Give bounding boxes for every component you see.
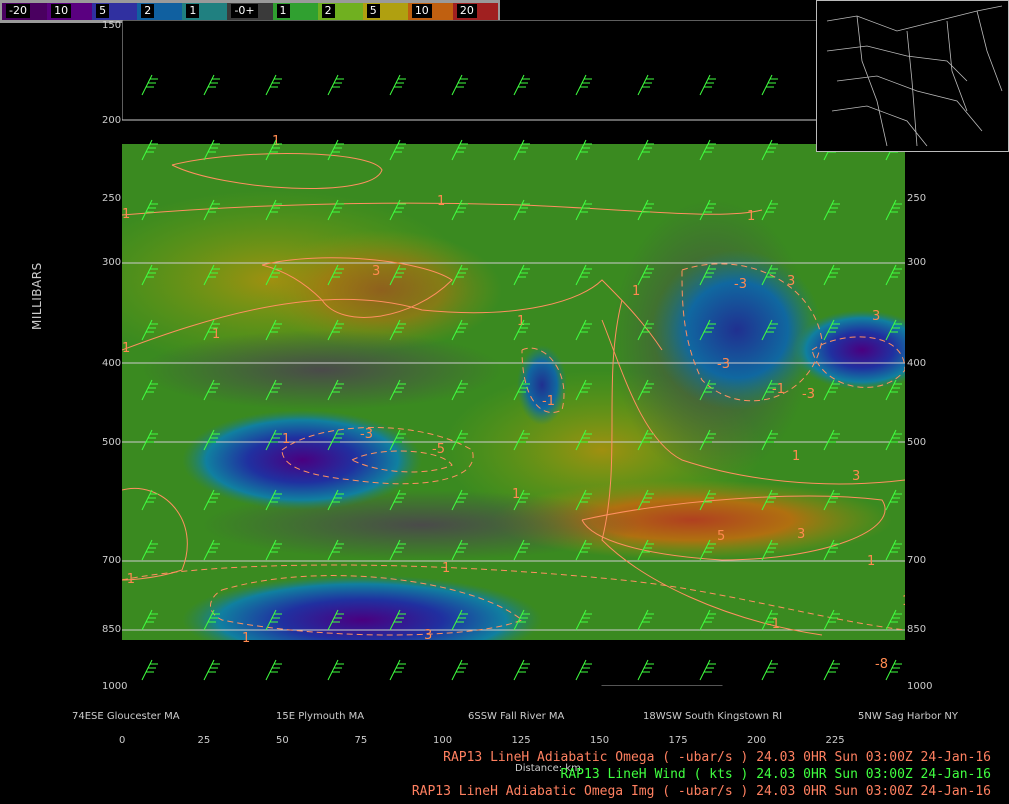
y-tick-right: 850	[907, 624, 927, 635]
contour-label: -3	[360, 427, 373, 442]
contour-label: -3	[802, 387, 815, 402]
colorbar-label: 10	[51, 4, 72, 18]
colorbar-label: -20	[6, 4, 30, 18]
contour-label: -1	[122, 572, 135, 587]
legend-entry: RAP13 LineH Adiabatic Omega Img ( -ubar/…	[411, 784, 991, 799]
legend-entry: RAP13 LineH Wind ( kts ) 24.03 0HR Sun 0…	[560, 767, 991, 782]
y-tick-left: 400	[102, 358, 122, 369]
contour-label: 3	[852, 469, 860, 484]
colorbar-label: 5	[366, 4, 380, 18]
y-tick-left: 150	[102, 20, 122, 31]
contour-label: 1	[437, 194, 445, 209]
y-tick-right: 400	[907, 358, 927, 369]
contour-label: -8	[875, 657, 888, 672]
cross-section-plot: 111131131-1-3-3-51-313-3-1115331-11-1131…	[122, 20, 905, 686]
y-tick-right: 300	[907, 257, 927, 268]
legend-entry: RAP13 LineH Adiabatic Omega ( -ubar/s ) …	[443, 750, 991, 765]
y-axis-title: MILLIBARS	[30, 262, 44, 330]
y-tick-left: 700	[102, 555, 122, 566]
location-label: 6SSW Fall River MA	[468, 711, 565, 722]
contour-label: 3	[424, 628, 432, 643]
location-label: 18WSW South Kingstown RI	[643, 711, 783, 722]
y-tick-left: 250	[102, 193, 122, 204]
distance-tick: 100	[433, 735, 453, 746]
colorbar-label: 2	[321, 4, 335, 18]
contour-label: 5	[717, 529, 725, 544]
colorbar-label: 5	[96, 4, 110, 18]
distance-tick: 175	[668, 735, 688, 746]
contour-label: 1	[442, 561, 450, 576]
contour-label: 1	[272, 134, 280, 149]
distance-tick: 225	[825, 735, 845, 746]
distance-tick: 150	[590, 735, 610, 746]
distance-tick: 25	[197, 735, 211, 746]
distance-tick: 50	[276, 735, 289, 746]
y-tick-right: 1000	[907, 681, 933, 692]
contour-label: 3	[797, 527, 805, 542]
contour-label: 1	[902, 594, 905, 609]
location-label: 15E Plymouth MA	[276, 711, 365, 722]
contour-label: 1	[792, 449, 800, 464]
location-label: 5NW Sag Harbor NY	[858, 711, 959, 722]
y-tick-left: 300	[102, 257, 122, 268]
contour-label: 1	[282, 432, 290, 447]
contour-label: -1	[542, 394, 555, 409]
colorbar-label: 1	[186, 4, 200, 18]
contour-label: 1	[242, 631, 250, 646]
contour-label: 3	[372, 264, 380, 279]
colorbar-label: 2	[141, 4, 155, 18]
contour-label: 3	[872, 309, 880, 324]
contour-label: -3	[734, 277, 747, 292]
contour-label: -3	[717, 357, 730, 372]
inset-map	[816, 0, 1009, 152]
y-tick-left: 1000	[102, 681, 128, 692]
legend: RAP13 LineH Adiabatic Omega ( -ubar/s ) …	[412, 749, 991, 800]
distance-tick: 0	[119, 735, 126, 746]
location-label: 74ESE Gloucester MA	[72, 711, 180, 722]
contour-label: -1	[767, 617, 780, 632]
y-tick-left: 500	[102, 437, 122, 448]
contour-label: 1	[122, 207, 130, 222]
distance-tick: 125	[511, 735, 531, 746]
colorbar-label: 10	[411, 4, 432, 18]
y-tick-right: 500	[907, 437, 927, 448]
contour-label: 1	[122, 341, 130, 356]
y-tick-left: 200	[102, 115, 122, 126]
distance-tick: 75	[354, 735, 368, 746]
y-tick-right: 250	[907, 193, 927, 204]
map-icon	[826, 5, 1003, 147]
contour-label: 1	[212, 327, 220, 342]
contour-label: 1	[867, 554, 875, 569]
y-tick-right: 700	[907, 555, 927, 566]
colorbar-label: 20	[456, 4, 477, 18]
colorbar-label: -0+	[231, 4, 258, 18]
contour-label: -5	[432, 442, 445, 457]
contour-label: 1	[747, 209, 755, 224]
colorbar-label: 1	[276, 4, 290, 18]
contour-label: 1	[632, 284, 640, 299]
y-tick-left: 850	[102, 624, 122, 635]
distance-tick: 200	[747, 735, 767, 746]
contour-label: 3	[787, 274, 795, 289]
